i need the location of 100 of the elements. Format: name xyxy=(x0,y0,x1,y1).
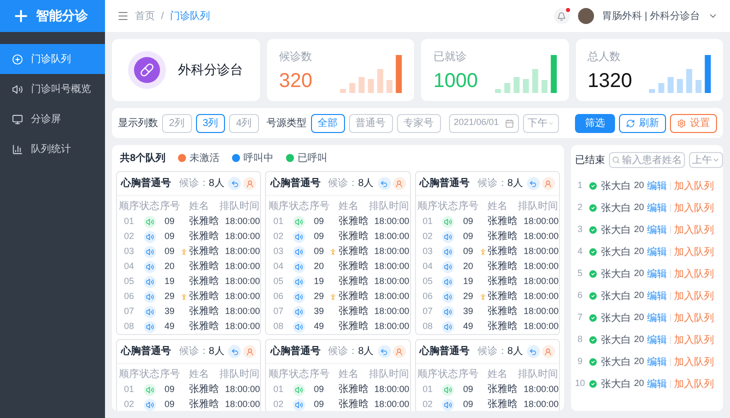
column-header: 姓名 xyxy=(188,368,210,382)
number-cell-text: 09 xyxy=(163,244,176,258)
user-button[interactable] xyxy=(392,177,406,190)
number-cell-text: 29 xyxy=(312,290,325,303)
time-cell-text: 18:00:00 xyxy=(373,382,410,396)
name-cell-text: 张雅晗 xyxy=(338,382,368,397)
menu-icon[interactable] xyxy=(117,10,129,22)
add-to-queue-link[interactable]: 加入队列 xyxy=(674,376,714,392)
finished-title: 已结束 xyxy=(575,154,605,168)
number-cell-text: 09 xyxy=(312,382,325,396)
number-cell-text: 20 xyxy=(163,260,176,273)
undo-button[interactable] xyxy=(228,345,242,358)
time-cell-text: 18:00:00 xyxy=(224,214,260,228)
patient-number: 20 xyxy=(634,289,644,302)
patient-name: 张大白 xyxy=(601,180,631,194)
name-cell-text: 张雅晗 xyxy=(488,244,518,259)
waiting-count: 8人 xyxy=(208,345,224,359)
add-to-queue-link[interactable]: 加入队列 xyxy=(674,200,714,216)
edit-link[interactable]: 编辑 xyxy=(647,376,668,392)
sidebar-item[interactable]: 队列统计 xyxy=(0,134,105,164)
add-to-queue-link[interactable]: 加入队列 xyxy=(674,244,714,260)
sidebar-item[interactable]: 门诊队列 xyxy=(0,44,105,74)
undo-button[interactable] xyxy=(526,345,540,358)
order-cell-text: 03 xyxy=(272,244,284,258)
add-to-queue-link[interactable]: 加入队列 xyxy=(674,222,714,238)
row-index: 3 xyxy=(576,223,584,236)
order-cell-text: 05 xyxy=(422,274,434,288)
edit-link[interactable]: 编辑 xyxy=(647,288,668,304)
filter-button[interactable]: 筛选 xyxy=(575,114,615,132)
notification-button[interactable] xyxy=(554,8,570,24)
segment-option[interactable]: 全部 xyxy=(310,114,345,132)
stat-value: 1000 xyxy=(433,69,478,93)
number-cell-text: 09 xyxy=(163,382,176,396)
segment-option[interactable]: 专家号 xyxy=(396,114,441,132)
order-cell-text: 08 xyxy=(422,320,434,333)
sidebar-item[interactable]: 门诊叫号概览 xyxy=(0,74,105,104)
row-index: 6 xyxy=(576,289,584,302)
search-icon xyxy=(612,156,620,164)
add-to-queue-link[interactable]: 加入队列 xyxy=(674,310,714,326)
edit-link[interactable]: 编辑 xyxy=(647,266,668,282)
number-cell-text: 19 xyxy=(163,274,176,288)
add-to-queue-link[interactable]: 加入队列 xyxy=(674,332,714,348)
name-cell-text: 张雅晗 xyxy=(338,320,368,334)
time-cell-text: 18:00:00 xyxy=(373,230,410,243)
settings-icon xyxy=(677,118,686,128)
patient-number: 20 xyxy=(634,377,644,390)
edit-link[interactable]: 编辑 xyxy=(647,244,668,260)
user-button[interactable] xyxy=(243,177,256,190)
name-cell-text: 张雅晗 xyxy=(338,290,368,304)
name-cell-text: 张雅晗 xyxy=(338,230,368,244)
stat-value: 320 xyxy=(279,69,312,93)
segment-option[interactable]: 3列 xyxy=(196,114,226,132)
user-button[interactable] xyxy=(392,345,406,358)
breadcrumb-link[interactable]: 首页 xyxy=(135,8,155,24)
user-label[interactable]: 胃肠外科 | 外科分诊台 xyxy=(602,8,700,24)
time-cell-text: 18:00:00 xyxy=(224,244,260,258)
column-header: 状态 xyxy=(438,368,459,382)
number-cell-text: 09 xyxy=(462,398,474,411)
undo-button[interactable] xyxy=(526,177,540,190)
edit-link[interactable]: 编辑 xyxy=(647,354,668,370)
search-field[interactable]: 输入患者姓名 xyxy=(609,152,685,168)
order-cell-text: 02 xyxy=(422,398,434,411)
order-cell-text: 07 xyxy=(422,304,434,318)
number-cell-text: 49 xyxy=(462,320,474,333)
undo-button[interactable] xyxy=(228,177,242,190)
number-cell-text: 09 xyxy=(312,230,325,243)
queue-title: 心胸普通号 xyxy=(270,176,320,191)
undo-button[interactable] xyxy=(378,345,391,358)
filter-label: 显示列数 xyxy=(118,116,158,130)
date-field[interactable]: 2021/06/01 xyxy=(448,114,519,132)
settings-button[interactable]: 设置 xyxy=(670,114,717,132)
time-cell-text: 18:00:00 xyxy=(522,274,559,288)
undo-button[interactable] xyxy=(378,177,391,190)
period-select[interactable]: 上午 xyxy=(689,152,723,168)
order-cell-text: 01 xyxy=(422,214,434,228)
add-to-queue-link[interactable]: 加入队列 xyxy=(674,288,714,304)
edit-link[interactable]: 编辑 xyxy=(647,310,668,326)
user-button[interactable] xyxy=(542,345,555,358)
time-cell-text: 18:00:00 xyxy=(522,230,559,243)
refresh-button[interactable]: 刷新 xyxy=(619,114,666,132)
edit-link[interactable]: 编辑 xyxy=(647,200,668,216)
segment-option[interactable]: 2列 xyxy=(162,114,192,132)
sidebar-item[interactable]: 分诊屏 xyxy=(0,104,105,134)
segment-option[interactable]: 普通号 xyxy=(348,114,393,132)
column-header: 序号 xyxy=(309,368,328,382)
edit-link[interactable]: 编辑 xyxy=(647,332,668,348)
period-select[interactable]: 下午 xyxy=(522,114,559,132)
add-to-queue-link[interactable]: 加入队列 xyxy=(674,178,714,194)
edit-link[interactable]: 编辑 xyxy=(647,222,668,238)
segment-option[interactable]: 4列 xyxy=(229,114,259,132)
add-to-queue-link[interactable]: 加入队列 xyxy=(674,354,714,370)
add-to-queue-link[interactable]: 加入队列 xyxy=(674,266,714,282)
time-cell-text: 18:00:00 xyxy=(224,274,260,288)
column-header: 状态 xyxy=(288,368,309,382)
name-cell-text: 张雅晗 xyxy=(338,304,368,319)
edit-link[interactable]: 编辑 xyxy=(647,178,668,194)
patient-number: 20 xyxy=(634,179,644,192)
column-header: 状态 xyxy=(139,368,160,382)
user-button[interactable] xyxy=(243,345,256,358)
user-button[interactable] xyxy=(542,177,555,190)
